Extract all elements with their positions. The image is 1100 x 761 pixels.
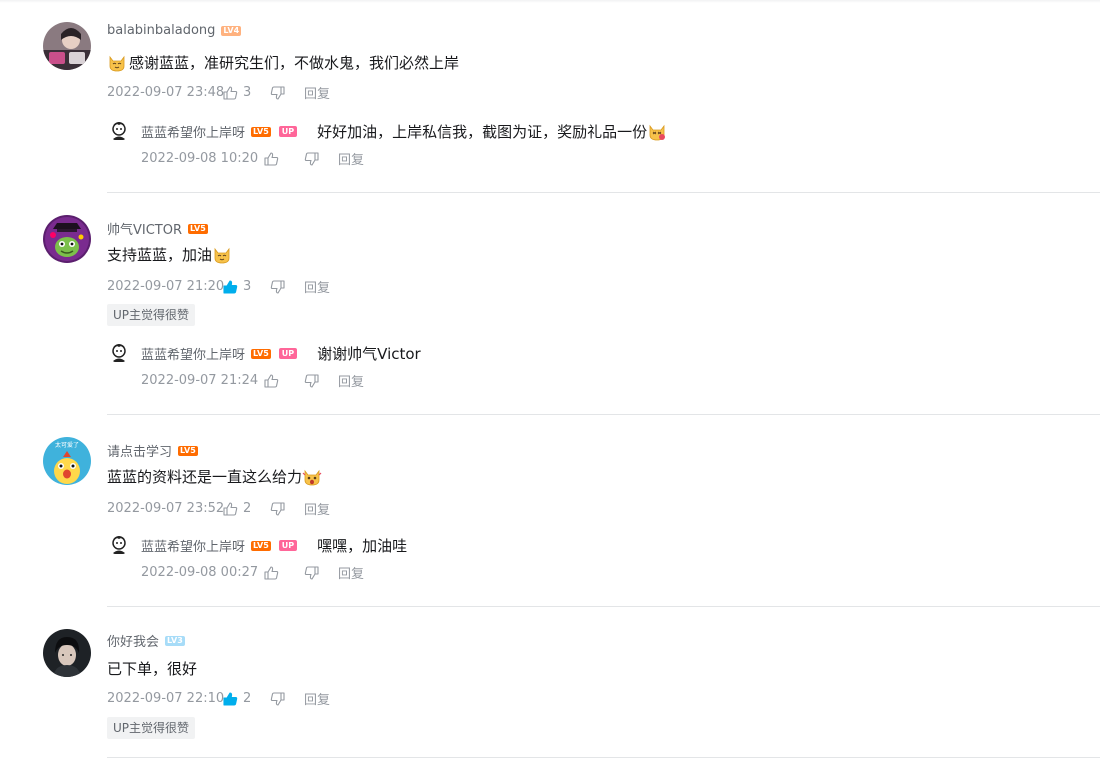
level-badge: LV3 bbox=[165, 635, 185, 646]
dislike-button[interactable] bbox=[304, 373, 338, 388]
thumb-up-icon bbox=[264, 373, 279, 388]
thumb-down-icon bbox=[270, 501, 285, 516]
avatar[interactable]: 太可爱了 bbox=[43, 437, 91, 485]
comment-meta: 2022-09-07 21:20 3 回复 bbox=[107, 277, 330, 296]
timestamp: 2022-09-08 00:27 bbox=[141, 565, 259, 580]
avatar[interactable] bbox=[108, 533, 130, 555]
username[interactable]: 蓝蓝希望你上岸呀 bbox=[141, 122, 245, 141]
thumb-up-icon bbox=[264, 565, 279, 580]
thumb-down-icon bbox=[270, 279, 285, 294]
surprised-emoji-icon bbox=[302, 469, 322, 485]
like-button[interactable] bbox=[264, 373, 304, 388]
comment-text: 支持蓝蓝，加油 bbox=[107, 244, 232, 265]
comment-text: 蓝蓝的资料还是一直这么给力 bbox=[107, 466, 322, 487]
reply-text: 好好加油，上岸私信我，截图为证，奖励礼品一份 bbox=[317, 121, 667, 142]
like-button[interactable] bbox=[264, 565, 304, 580]
sub-reply-header: 蓝蓝希望你上岸呀 LV5 UP 好好加油，上岸私信我，截图为证，奖励礼品一份 bbox=[141, 121, 667, 142]
up-badge: UP bbox=[278, 348, 298, 359]
level-badge: LV5 bbox=[178, 445, 198, 456]
up-liked-badge: UP主觉得很赞 bbox=[107, 304, 196, 326]
divider bbox=[107, 414, 1100, 415]
avatar[interactable] bbox=[43, 215, 91, 263]
thumb-down-icon bbox=[304, 565, 319, 580]
level-badge: LV4 bbox=[221, 25, 242, 36]
dislike-button[interactable] bbox=[270, 501, 304, 516]
comment-text: 感谢蓝蓝，准研究生们，不做水鬼，我们必然上岸 bbox=[107, 52, 459, 73]
thumb-up-icon bbox=[223, 279, 238, 294]
divider bbox=[107, 192, 1100, 193]
comment-meta: 2022-09-07 23:48 3 回复 bbox=[107, 83, 330, 102]
reply-button[interactable]: 回复 bbox=[304, 689, 330, 708]
up-badge: UP bbox=[278, 126, 298, 137]
reply-meta: 2022-09-07 21:24 回复 bbox=[141, 371, 364, 390]
divider bbox=[107, 606, 1100, 607]
username[interactable]: balabinbaladong LV4 bbox=[107, 23, 242, 38]
level-badge: LV5 bbox=[251, 540, 271, 551]
thumb-up-icon bbox=[223, 85, 238, 100]
thumb-down-icon bbox=[270, 691, 285, 706]
like-button[interactable]: 2 bbox=[223, 691, 270, 706]
dislike-button[interactable] bbox=[304, 151, 338, 166]
username[interactable]: 蓝蓝希望你上岸呀 bbox=[141, 344, 245, 363]
dislike-button[interactable] bbox=[304, 565, 338, 580]
top-border bbox=[0, 0, 1100, 3]
avatar-caption: 太可爱了 bbox=[55, 441, 79, 449]
divider bbox=[107, 757, 1100, 758]
like-button[interactable]: 3 bbox=[223, 85, 270, 100]
username[interactable]: 帅气VICTOR LV5 bbox=[107, 219, 208, 238]
cat-emoji-icon bbox=[649, 124, 666, 140]
like-count: 3 bbox=[243, 85, 252, 100]
thumb-up-icon bbox=[223, 691, 238, 706]
avatar[interactable] bbox=[108, 119, 130, 141]
username[interactable]: 蓝蓝希望你上岸呀 bbox=[141, 536, 245, 555]
comment-text: 已下单，很好 bbox=[107, 660, 198, 678]
thumb-up-icon bbox=[264, 151, 279, 166]
timestamp: 2022-09-07 23:52 bbox=[107, 501, 225, 516]
timestamp: 2022-09-08 10:20 bbox=[141, 151, 259, 166]
up-badge: UP bbox=[278, 540, 298, 551]
dislike-button[interactable] bbox=[270, 85, 304, 100]
timestamp: 2022-09-07 21:20 bbox=[107, 279, 225, 294]
thumb-down-icon bbox=[270, 85, 285, 100]
reply-button[interactable]: 回复 bbox=[338, 371, 364, 390]
reply-button[interactable]: 回复 bbox=[338, 149, 364, 168]
thumb-down-icon bbox=[304, 151, 319, 166]
dislike-button[interactable] bbox=[270, 279, 304, 294]
dislike-button[interactable] bbox=[270, 691, 304, 706]
cat-emoji-icon bbox=[109, 55, 125, 71]
avatar[interactable] bbox=[43, 629, 91, 677]
comment-meta: 2022-09-07 23:52 2 回复 bbox=[107, 499, 330, 518]
avatar[interactable] bbox=[43, 22, 91, 70]
like-button[interactable]: 3 bbox=[223, 279, 270, 294]
like-count: 2 bbox=[243, 691, 252, 706]
reply-button[interactable]: 回复 bbox=[338, 563, 364, 582]
level-badge: LV5 bbox=[251, 126, 271, 137]
level-badge: LV5 bbox=[188, 223, 208, 234]
cat-emoji-icon bbox=[214, 247, 230, 263]
reply-button[interactable]: 回复 bbox=[304, 83, 330, 102]
up-liked-badge: UP主觉得很赞 bbox=[107, 717, 196, 739]
reply-meta: 2022-09-08 00:27 回复 bbox=[141, 563, 364, 582]
username[interactable]: 你好我会 LV3 bbox=[107, 631, 185, 650]
avatar[interactable] bbox=[108, 341, 130, 363]
timestamp: 2022-09-07 23:48 bbox=[107, 85, 225, 100]
reply-text: 谢谢帅气Victor bbox=[317, 345, 421, 363]
sub-reply-header: 蓝蓝希望你上岸呀 LV5 UP 谢谢帅气Victor bbox=[141, 343, 421, 364]
thumb-down-icon bbox=[304, 373, 319, 388]
level-badge: LV5 bbox=[251, 348, 271, 359]
username[interactable]: 请点击学习 LV5 bbox=[107, 441, 198, 460]
thumb-up-icon bbox=[223, 501, 238, 516]
like-button[interactable]: 2 bbox=[223, 501, 270, 516]
sub-reply-header: 蓝蓝希望你上岸呀 LV5 UP 嘿嘿，加油哇 bbox=[141, 535, 407, 556]
timestamp: 2022-09-07 21:24 bbox=[141, 373, 259, 388]
reply-button[interactable]: 回复 bbox=[304, 499, 330, 518]
like-count: 3 bbox=[243, 279, 252, 294]
reply-button[interactable]: 回复 bbox=[304, 277, 330, 296]
reply-text: 嘿嘿，加油哇 bbox=[317, 537, 408, 555]
comment-meta: 2022-09-07 22:10 2 回复 bbox=[107, 689, 330, 708]
timestamp: 2022-09-07 22:10 bbox=[107, 691, 225, 706]
like-count: 2 bbox=[243, 501, 252, 516]
reply-meta: 2022-09-08 10:20 回复 bbox=[141, 149, 364, 168]
like-button[interactable] bbox=[264, 151, 304, 166]
